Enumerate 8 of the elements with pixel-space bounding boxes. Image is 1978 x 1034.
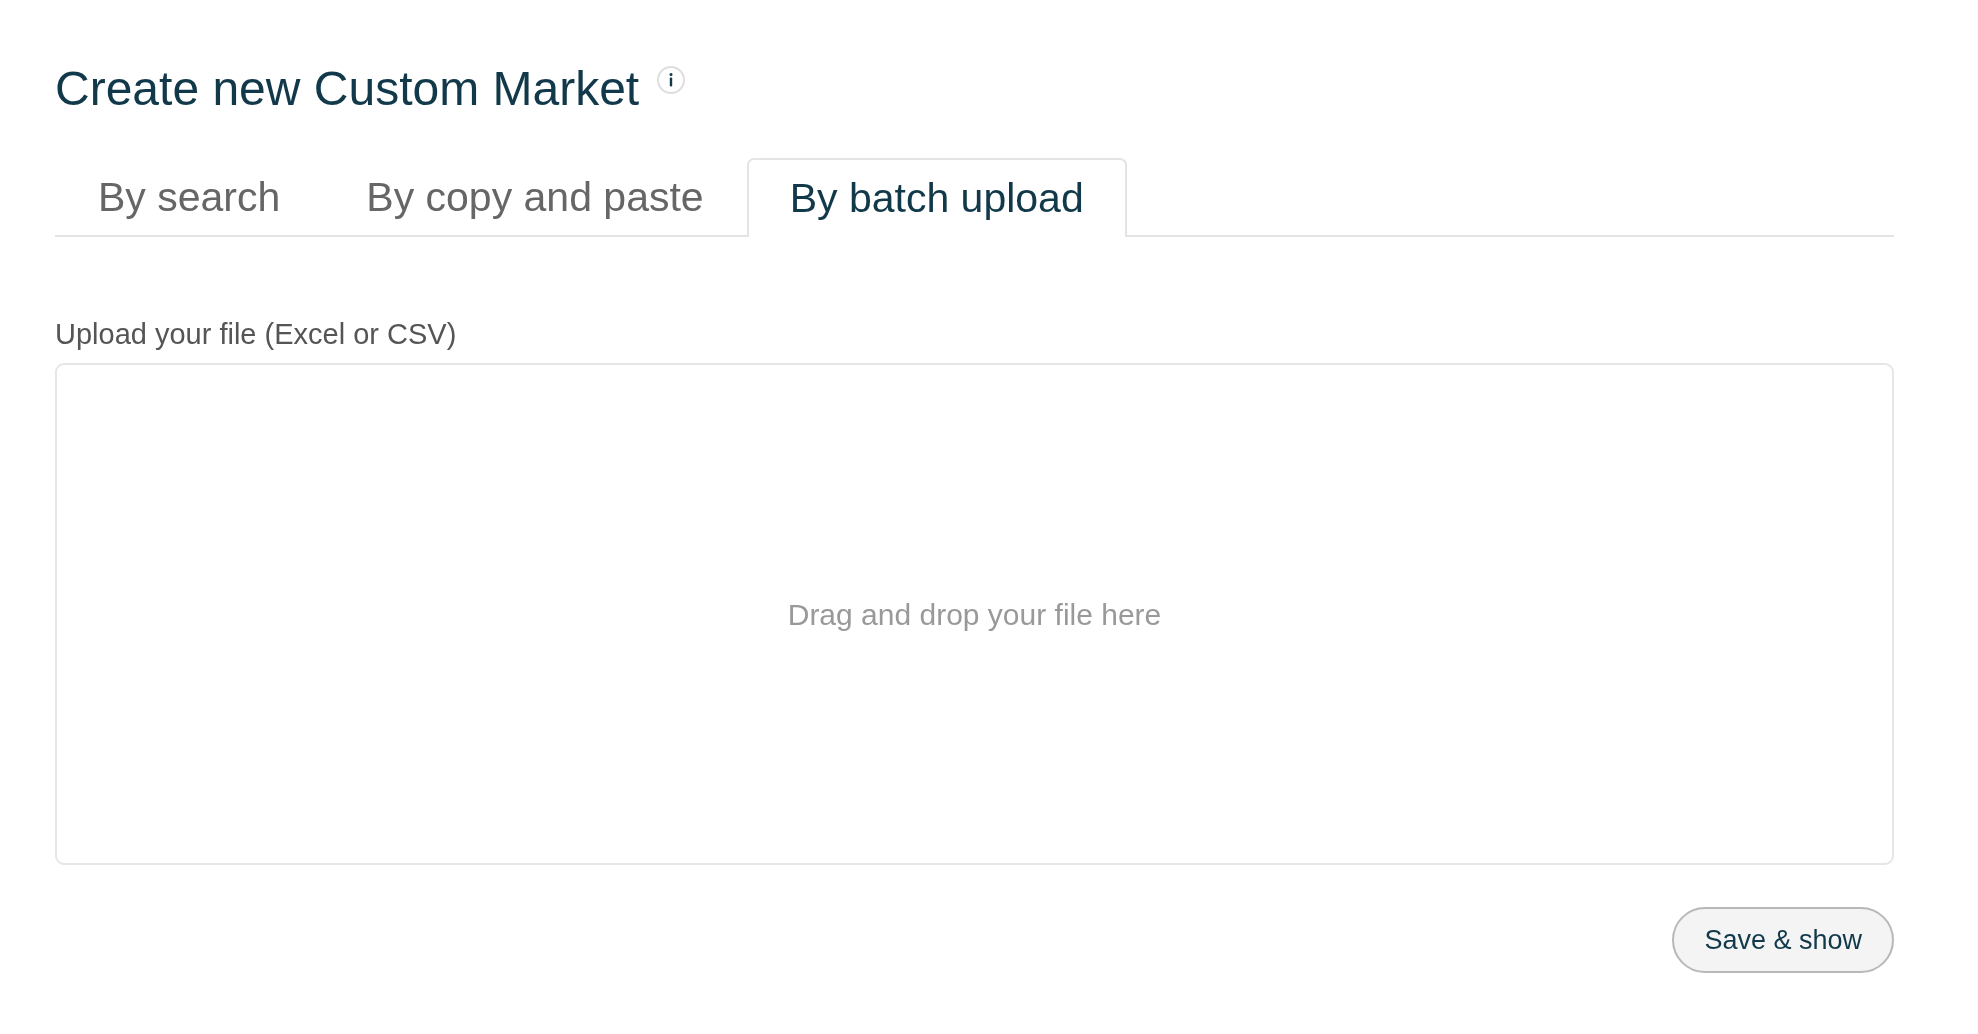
drop-hint-text: Drag and drop your file here [787, 596, 1162, 633]
tab[interactable]: By search [55, 157, 324, 235]
tab[interactable]: By batch upload [746, 157, 1127, 237]
info-icon[interactable] [657, 66, 686, 94]
upload-label: Upload your file (Excel or CSV) [55, 316, 458, 352]
save-show-button[interactable]: Save & show [1672, 907, 1894, 974]
page-title: Create new Custom Market [55, 61, 640, 117]
tab[interactable]: By copy and paste [323, 157, 747, 235]
